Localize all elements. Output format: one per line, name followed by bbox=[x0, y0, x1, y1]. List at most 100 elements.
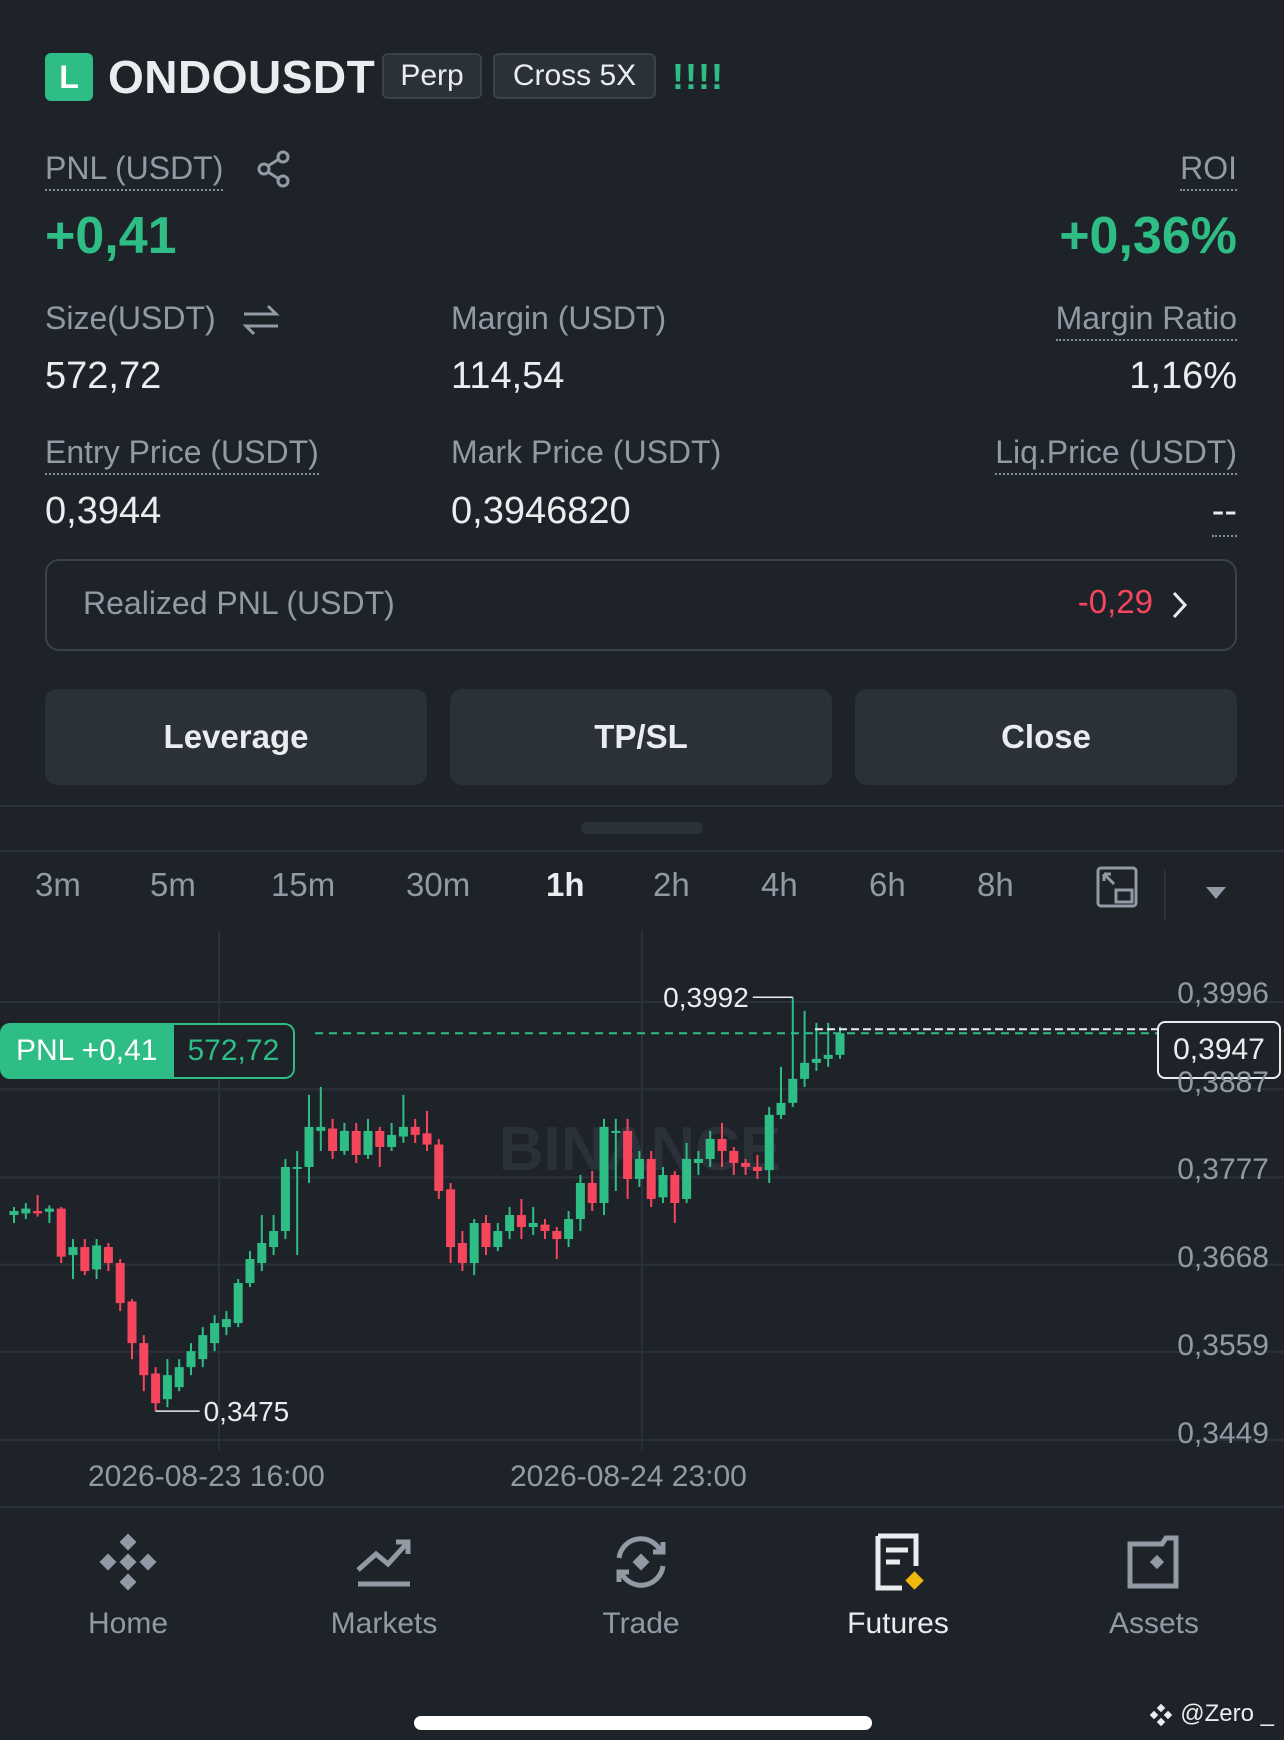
nav-assets-label: Assets bbox=[1108, 1607, 1200, 1640]
candle-body bbox=[575, 1182, 585, 1220]
candle-body bbox=[103, 1247, 113, 1264]
liq-price-label[interactable]: Liq.Price (USDT) bbox=[995, 434, 1237, 475]
timeframe-8h[interactable]: 8h bbox=[977, 866, 1014, 904]
adl-signal-icon[interactable]: !!!! bbox=[672, 56, 724, 98]
candle-body bbox=[33, 1210, 43, 1214]
binance-logo-icon bbox=[99, 1533, 157, 1591]
candle-body bbox=[115, 1263, 125, 1304]
candle-body bbox=[21, 1208, 31, 1214]
nav-trade[interactable]: Trade bbox=[551, 1530, 731, 1641]
margin-value: 114,54 bbox=[451, 355, 565, 397]
pnl-value: +0,41 bbox=[45, 207, 177, 265]
candle-body bbox=[387, 1134, 397, 1147]
binance-logo-icon bbox=[1149, 1703, 1172, 1726]
candle-body bbox=[811, 1058, 821, 1063]
fullscreen-chart-icon[interactable] bbox=[1096, 866, 1138, 908]
timeframe-6h[interactable]: 6h bbox=[869, 866, 906, 904]
candle-body bbox=[139, 1343, 149, 1376]
y-tick: 0,3777 bbox=[1177, 1153, 1269, 1186]
candle-body bbox=[339, 1130, 349, 1151]
home-indicator[interactable] bbox=[414, 1716, 872, 1730]
candle-body bbox=[280, 1166, 290, 1232]
high-price-label: 0,3992 bbox=[663, 982, 749, 1013]
candle-body bbox=[835, 1033, 845, 1055]
candle-body bbox=[823, 1054, 833, 1059]
candle-body bbox=[316, 1126, 326, 1131]
candle-body bbox=[328, 1128, 338, 1151]
watermark-tag: @Zero _ bbox=[1149, 1700, 1274, 1728]
candlestick-chart[interactable]: BINANCE 0,39920,3475 bbox=[0, 930, 1284, 1450]
nav-futures[interactable]: Futures bbox=[808, 1530, 988, 1641]
nav-home[interactable]: Home bbox=[38, 1530, 218, 1641]
symbol-title[interactable]: ONDOUSDT bbox=[108, 50, 375, 104]
candle-body bbox=[599, 1126, 609, 1203]
candle-body bbox=[552, 1231, 562, 1240]
timeframe-5m[interactable]: 5m bbox=[150, 866, 196, 904]
candle-body bbox=[623, 1130, 633, 1179]
nav-markets[interactable]: Markets bbox=[294, 1530, 474, 1641]
candle-body bbox=[80, 1247, 90, 1272]
nav-home-label: Home bbox=[87, 1607, 169, 1640]
size-label: Size(USDT) bbox=[45, 300, 216, 336]
candle-body bbox=[174, 1367, 184, 1388]
share-icon[interactable] bbox=[256, 150, 292, 188]
size-value: 572,72 bbox=[45, 355, 162, 397]
candle-body bbox=[646, 1158, 656, 1199]
nav-futures-label: Futures bbox=[847, 1607, 949, 1640]
candle-body bbox=[292, 1166, 302, 1169]
perp-tag: Perp bbox=[382, 53, 482, 99]
pnl-label[interactable]: PNL (USDT) bbox=[45, 150, 224, 191]
tpsl-button[interactable]: TP/SL bbox=[450, 689, 832, 785]
timeframe-4h[interactable]: 4h bbox=[761, 866, 798, 904]
divider bbox=[0, 805, 1284, 807]
divider bbox=[1164, 870, 1166, 920]
candle-body bbox=[210, 1323, 220, 1344]
margin-ratio-value: 1,16% bbox=[1129, 355, 1237, 397]
margin-mode-tag[interactable]: Cross 5X bbox=[493, 53, 656, 99]
candle-body bbox=[351, 1130, 361, 1155]
candle-body bbox=[434, 1144, 444, 1191]
candle-body bbox=[528, 1223, 538, 1228]
candle-body bbox=[398, 1126, 408, 1137]
roi-label[interactable]: ROI bbox=[1180, 150, 1237, 191]
timeframe-1h[interactable]: 1h bbox=[546, 866, 585, 904]
candle-body bbox=[422, 1133, 432, 1145]
low-price-label: 0,3475 bbox=[204, 1396, 290, 1427]
timeframe-3m[interactable]: 3m bbox=[35, 866, 81, 904]
candle-body bbox=[469, 1223, 479, 1264]
swap-units-icon[interactable] bbox=[242, 302, 280, 338]
candle-body bbox=[245, 1259, 255, 1284]
mark-price-value: 0,3946820 bbox=[451, 490, 631, 532]
candle-body bbox=[505, 1215, 515, 1232]
candle-body bbox=[151, 1373, 161, 1404]
close-position-button[interactable]: Close bbox=[855, 689, 1237, 785]
candle-body bbox=[257, 1243, 267, 1264]
realized-pnl-row[interactable]: Realized PNL (USDT) -0,29 bbox=[45, 559, 1237, 651]
chevron-right-icon bbox=[1172, 591, 1188, 619]
entry-price-label[interactable]: Entry Price (USDT) bbox=[45, 434, 319, 475]
trade-swap-icon bbox=[616, 1536, 666, 1588]
timeframe-2h[interactable]: 2h bbox=[653, 866, 690, 904]
candle-body bbox=[693, 1158, 703, 1163]
drag-handle[interactable] bbox=[581, 822, 703, 834]
wallet-icon bbox=[1127, 1535, 1179, 1589]
watermark-tag-text: @Zero _ bbox=[1180, 1700, 1274, 1727]
candle-body bbox=[198, 1335, 208, 1360]
x-tick: 2026-08-24 23:00 bbox=[510, 1460, 747, 1493]
candle-body bbox=[776, 1102, 786, 1115]
candle-body bbox=[363, 1130, 373, 1155]
chevron-down-icon[interactable] bbox=[1204, 885, 1228, 901]
y-tick: 0,3668 bbox=[1177, 1241, 1269, 1274]
pnl-tag-label: PNL +0,41 bbox=[0, 1023, 174, 1079]
timeframe-30m[interactable]: 30m bbox=[406, 866, 470, 904]
candle-body bbox=[611, 1130, 621, 1133]
leverage-button[interactable]: Leverage bbox=[45, 689, 427, 785]
nav-assets[interactable]: Assets bbox=[1064, 1530, 1244, 1641]
candle-body bbox=[564, 1219, 574, 1240]
candle-body bbox=[729, 1150, 739, 1163]
timeframe-15m[interactable]: 15m bbox=[271, 866, 335, 904]
pnl-position-tag[interactable]: PNL +0,41 572,72 bbox=[0, 1023, 296, 1079]
y-tick: 0,3449 bbox=[1177, 1417, 1269, 1450]
candle-body bbox=[587, 1182, 597, 1203]
margin-ratio-label[interactable]: Margin Ratio bbox=[1055, 300, 1237, 341]
